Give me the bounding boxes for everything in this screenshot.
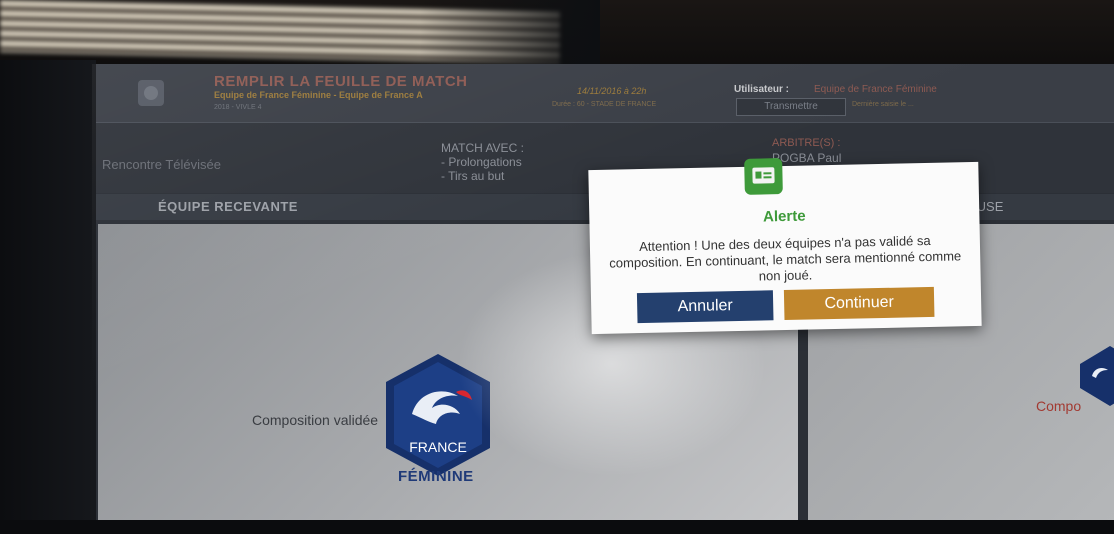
match-options-title: MATCH AVEC : (441, 141, 524, 155)
home-team-title: ÉQUIPE RECEVANTE (158, 199, 298, 214)
continue-button[interactable]: Continuer (783, 286, 935, 321)
match-options: MATCH AVEC : - Prolongations - Tirs au b… (441, 141, 524, 183)
option-prolongations: - Prolongations (441, 155, 522, 169)
referee-name: POGBA Paul (772, 151, 842, 165)
match-teams: Equipe de France Féminine - Equipe de Fr… (214, 90, 423, 100)
app-header: REMPLIR LA FEUILLE DE MATCH Equipe de Fr… (92, 64, 1114, 123)
federation-logo-icon (138, 80, 164, 106)
alert-title: Alerte (762, 207, 806, 226)
option-tirs-au-but: - Tirs au but (441, 169, 505, 183)
user-name: Equipe de France Féminine (814, 84, 937, 95)
ffff-crest-icon: FRANCE (386, 354, 490, 476)
transmit-note: Dernière saisie le ... (852, 101, 914, 108)
referee-label: ARBITRE(S) : (772, 137, 841, 149)
transmit-button[interactable]: Transmettre (736, 98, 846, 116)
user-label: Utilisateur : (734, 84, 790, 95)
tablet-bezel-left (0, 60, 96, 534)
match-datetime: 14/11/2016 à 22h (577, 86, 647, 96)
alert-badge (744, 158, 783, 195)
away-crest-icon (1080, 346, 1114, 406)
alert-message: Attention ! Une des deux équipes n'a pas… (609, 232, 962, 284)
match-subtitle: 2018 - VIVLE 4 (214, 104, 262, 111)
crest-caption: FÉMININE (398, 468, 474, 485)
televised-label: Rencontre Télévisée (102, 157, 221, 172)
page-title: REMPLIR LA FEUILLE DE MATCH (214, 73, 468, 90)
tablet-bezel-bottom (0, 520, 1114, 534)
home-composition-status: Composition validée (252, 412, 379, 428)
alert-dialog: Alerte Attention ! Une des deux équipes … (588, 158, 982, 335)
crest-text: FRANCE (409, 439, 467, 455)
id-card-icon (752, 167, 775, 184)
cancel-button[interactable]: Annuler (636, 290, 774, 324)
away-composition-status: Compo (1036, 398, 1082, 414)
reflection-fade (420, 0, 600, 70)
match-venue: Durée : 60 - STADE DE FRANCE (552, 101, 657, 108)
